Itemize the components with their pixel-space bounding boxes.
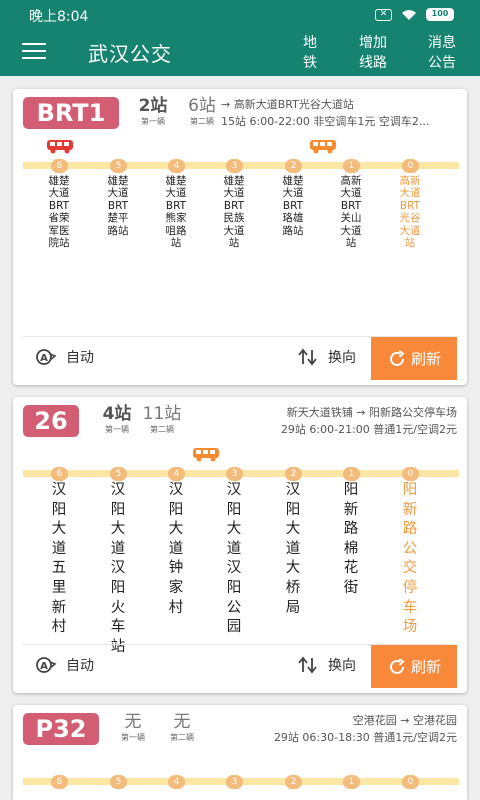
stop-name-terminal[interactable]: 阳新路公交停车场 [399, 481, 421, 638]
stop-name[interactable]: 高新大道BRT关山大道站 [340, 175, 362, 249]
nav-announcement-button[interactable]: 消息 公告 [428, 33, 456, 73]
nav-announcement-line1: 消息 [428, 35, 456, 51]
stop-dot: 4 [168, 775, 185, 789]
route-direction: 新天大道铁铺 → 阳新路公交停车场 [286, 406, 457, 419]
first-bus-count: 4站 第一辆 [102, 404, 132, 434]
refresh-label: 刷新 [410, 658, 441, 676]
nav-subway-button[interactable]: 地 铁 [303, 33, 317, 73]
stop-dot: 1 [343, 159, 360, 173]
refresh-button[interactable]: 刷新 [371, 645, 457, 688]
stop-name[interactable]: 雄楚大道BRT珞雄路站 [282, 175, 304, 237]
svg-text:A: A [40, 661, 48, 672]
line-badge: P32 [23, 713, 99, 745]
stop-dot: 0 [402, 467, 419, 481]
nav-subway-line2: 铁 [303, 55, 317, 71]
stop-dot: 1 [343, 467, 360, 481]
stop-name[interactable]: 汉阳大道汉阳公园 [223, 481, 245, 638]
route-schedule: 15站 6:00-22:00 非空调车1元 空调车2... [221, 115, 430, 128]
stop-name[interactable]: 雄楚大道BRT熊家咀路站 [165, 175, 187, 249]
route-direction: 空港花园 → 空港花园 [352, 714, 457, 727]
stop-dot: 5 [110, 467, 127, 481]
stop-name[interactable]: 阳新路棉花街 [340, 481, 362, 599]
stop-dot: 3 [226, 159, 243, 173]
line-badge: BRT1 [23, 97, 119, 129]
auto-refresh-toggle[interactable]: A 自动 [35, 347, 94, 367]
app-bar: 武汉公交 地 铁 增加 线路 消息 公告 [0, 30, 480, 76]
auto-refresh-toggle[interactable]: A 自动 [35, 655, 94, 675]
stop-dot: 5 [110, 775, 127, 789]
stop-dot: 2 [285, 467, 302, 481]
stop-name[interactable]: 汉阳大道钟家村 [165, 481, 187, 618]
route-info: 新天大道铁铺 → 阳新路公交停车场 29站 6:00-21:00 普通1元/空调… [221, 404, 457, 438]
route-schedule: 29站 06:30-18:30 普通1元/空调2元 [273, 731, 457, 744]
second-bus-count: 11站 第二辆 [142, 404, 182, 434]
stop-name[interactable]: 雄楚大道BRT省荣军医院站 [48, 175, 70, 249]
bus-line-card-brt1[interactable]: BRT1 2站 第一辆 6站 第二辆 → 高新大道BRT光谷大道站 15站 6:00… [13, 89, 467, 385]
svg-text:A: A [40, 353, 48, 364]
second-bus-count: 无第二辆 [170, 712, 194, 742]
switch-direction-button[interactable]: 换向 [297, 347, 356, 367]
nav-add-route-line1: 增加 [359, 35, 387, 51]
stop-name[interactable]: 汉阳大道汉阳火车站 [107, 481, 129, 657]
stop-dot: 4 [168, 467, 185, 481]
switch-label: 换向 [328, 350, 356, 366]
swap-vertical-icon [298, 348, 317, 366]
status-time: 晚上8:04 [29, 9, 89, 25]
nav-add-route-line2: 线路 [359, 55, 387, 71]
line-badge: 26 [23, 405, 79, 437]
nav-subway-line1: 地 [303, 35, 317, 51]
stop-name-terminal[interactable]: 高新大道BRT光谷大道站 [399, 175, 421, 249]
bus-line-card-26[interactable]: 26 4站 第一辆 11站 第二辆 新天大道铁铺 → 阳新路公交停车场 29站 6:… [13, 397, 467, 693]
swap-vertical-icon [298, 656, 317, 674]
bus-icon [47, 140, 73, 154]
app-title: 武汉公交 [88, 42, 172, 66]
stop-dot: 3 [226, 775, 243, 789]
refresh-icon [390, 657, 405, 674]
status-bar: 晚上8:04 ✕ 100 [0, 0, 480, 30]
bus-icon [193, 448, 219, 462]
second-bus-count: 6站 第二辆 [188, 96, 216, 126]
stop-dot: 4 [168, 159, 185, 173]
stop-name[interactable]: 汉阳大道大桥局 [282, 481, 304, 618]
auto-label: 自动 [66, 658, 94, 674]
route-info: 空港花园 → 空港花园 29站 06:30-18:30 普通1元/空调2元 [221, 712, 457, 746]
bus-icon [310, 140, 336, 154]
stop-dot: 6 [51, 467, 68, 481]
battery-icon: 100 [426, 8, 454, 21]
route-schedule: 29站 6:00-21:00 普通1元/空调2元 [280, 423, 457, 436]
stop-dot: 1 [343, 775, 360, 789]
refresh-button[interactable]: 刷新 [371, 337, 457, 380]
stop-name[interactable]: 雄楚大道BRT民族大道站 [223, 175, 245, 249]
route-direction: → 高新大道BRT光谷大道站 [221, 98, 354, 111]
nav-announcement-line2: 公告 [428, 55, 456, 71]
refresh-icon [390, 349, 405, 366]
close-box-icon: ✕ [375, 8, 392, 21]
refresh-label: 刷新 [410, 350, 441, 368]
switch-direction-button[interactable]: 换向 [297, 655, 356, 675]
stop-dot: 5 [110, 159, 127, 173]
stop-dot: 3 [226, 467, 243, 481]
stop-dot: 6 [51, 775, 68, 789]
stop-name[interactable]: 雄楚大道BRT楚平路站 [107, 175, 129, 237]
bus-line-card-p32[interactable]: P32 无第一辆 无第二辆 空港花园 → 空港花园 29站 06:30-18:3… [13, 705, 467, 800]
stop-dot: 0 [402, 775, 419, 789]
wifi-icon [402, 9, 416, 20]
switch-label: 换向 [328, 658, 356, 674]
stop-dot: 0 [402, 159, 419, 173]
route-info: → 高新大道BRT光谷大道站 15站 6:00-22:00 非空调车1元 空调车… [221, 96, 457, 130]
stop-dot: 2 [285, 159, 302, 173]
stop-dot: 2 [285, 775, 302, 789]
first-bus-count: 2站 第一辆 [138, 96, 168, 126]
stop-dot: 6 [51, 159, 68, 173]
menu-icon[interactable] [22, 43, 46, 63]
stop-name[interactable]: 汉阳大道五里新村 [48, 481, 70, 638]
auto-label: 自动 [66, 350, 94, 366]
auto-icon: A [36, 349, 57, 365]
first-bus-count: 无第一辆 [121, 712, 145, 742]
auto-icon: A [36, 657, 57, 673]
status-icons: ✕ 100 [375, 8, 454, 21]
nav-add-route-button[interactable]: 增加 线路 [359, 33, 387, 73]
